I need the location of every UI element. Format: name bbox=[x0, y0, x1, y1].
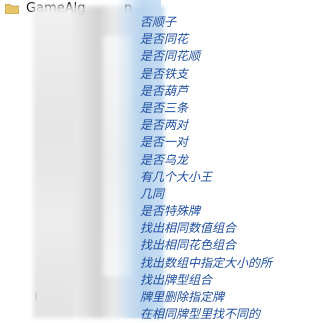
list-item[interactable]: 几同 bbox=[140, 186, 279, 203]
tree-guide-marker: ⌊ bbox=[35, 292, 39, 302]
list-item[interactable]: 否顺子 bbox=[140, 14, 279, 31]
list-item[interactable]: 是否同花顺 bbox=[140, 48, 279, 65]
list-item[interactable]: 找出数组中指定大小的所 bbox=[140, 255, 279, 272]
list-item[interactable]: 是否特殊牌 bbox=[140, 203, 279, 220]
list-item[interactable]: 是否两对 bbox=[140, 117, 279, 134]
list-item[interactable]: 找出相同花色组合 bbox=[140, 237, 279, 254]
list-item[interactable]: 是否葫芦 bbox=[140, 83, 279, 100]
list-item[interactable]: 找出相同数值组合 bbox=[140, 220, 279, 237]
list-item[interactable]: 是否乌龙 bbox=[140, 152, 279, 169]
list-item[interactable]: 是否三条 bbox=[140, 100, 279, 117]
method-list: 否顺子 是否同花 是否同花顺 是否铁支 是否葫芦 是否三条 是否两对 是否一对 … bbox=[140, 14, 279, 323]
list-item[interactable]: 在相同牌型里找不同的 bbox=[140, 306, 279, 323]
list-item[interactable]: 是否同花 bbox=[140, 31, 279, 48]
list-item[interactable]: 有几个大小王 bbox=[140, 169, 279, 186]
list-item[interactable]: 牌里删除指定牌 bbox=[140, 289, 279, 306]
list-item[interactable]: 是否铁支 bbox=[140, 66, 279, 83]
list-item[interactable]: 是否一对 bbox=[140, 134, 279, 151]
list-item[interactable]: 找出牌型组合 bbox=[140, 272, 279, 289]
folder-icon bbox=[5, 4, 19, 14]
